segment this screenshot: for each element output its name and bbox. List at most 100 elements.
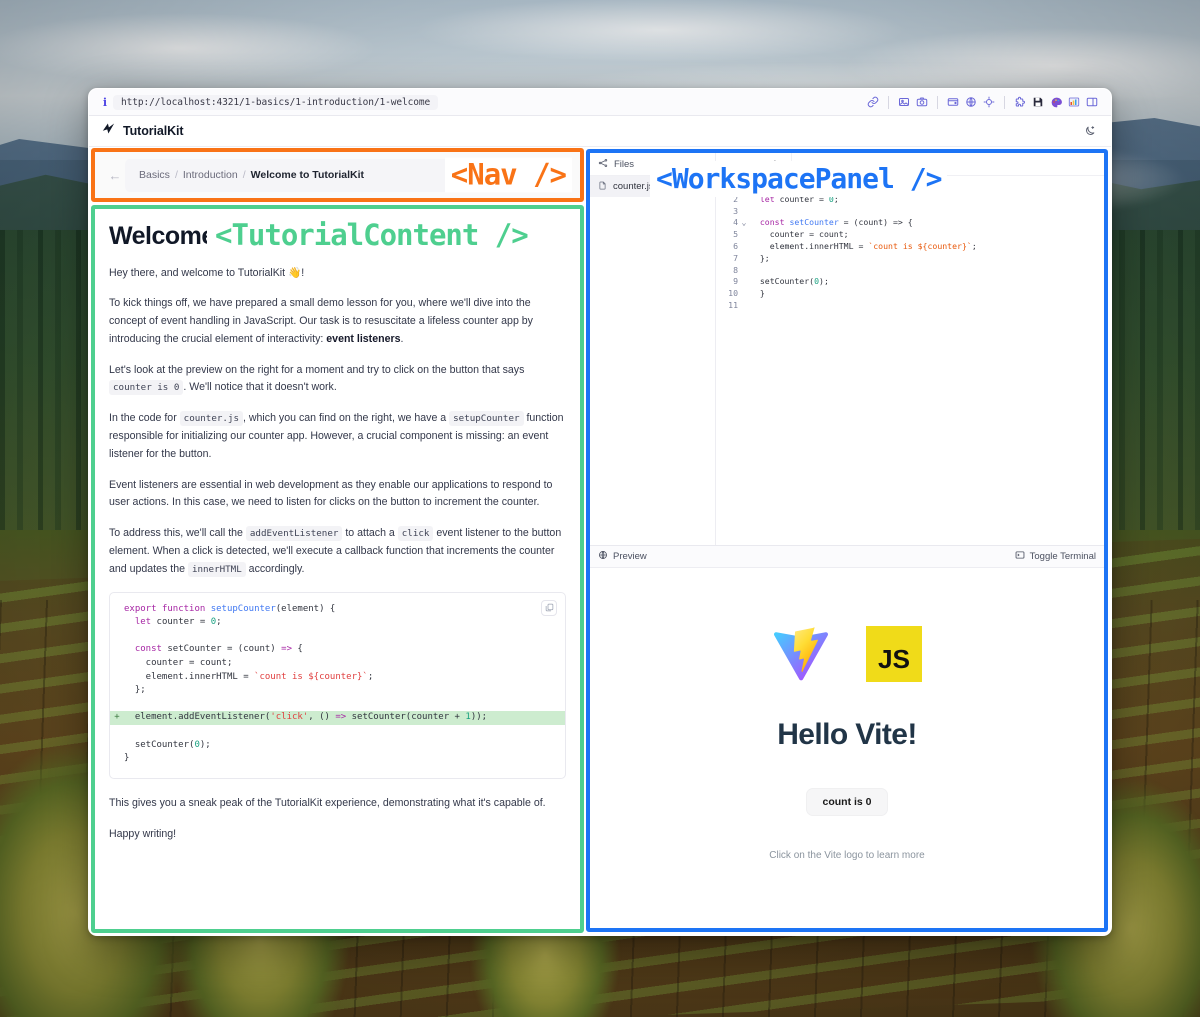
code-text: element.addEventListener('click', () => … [124,711,487,725]
link-icon[interactable] [864,93,882,111]
preview-frame: JS Hello Vite! count is 0 Click on the V… [590,568,1104,928]
tutorialkit-logo-icon [101,121,116,141]
toggle-terminal-button[interactable]: Toggle Terminal [1015,550,1096,563]
editor-line-number: 11 [728,299,738,310]
code-line: }; [110,684,565,698]
code-token: (element) { [275,603,336,614]
tutorial-paragraph: To address this, we'll call the addEvent… [109,525,564,578]
editor-line-code: } [750,287,765,299]
info-icon[interactable]: i [97,96,113,109]
paragraph-text: , which you can find on the right, we ha… [243,412,450,425]
panel-icon[interactable] [1083,93,1101,111]
url-text[interactable]: http://localhost:4321/1-basics/1-introdu… [113,94,439,110]
tutorial-content-region: Welcome to TutorialKit Hey there, and we… [91,205,584,933]
editor-line-number: 10 [728,288,738,299]
code-token: let [134,617,152,628]
code-token: setCounter( [124,739,195,750]
inline-code: setupCounter [449,411,524,427]
count-button[interactable]: count is 0 [806,788,888,816]
code-token: ; [216,617,222,628]
vite-logo-icon[interactable] [772,625,830,688]
chart-icon[interactable] [1065,93,1083,111]
files-header-label: Files [614,158,635,170]
code-token: function [161,603,211,614]
breadcrumb-item-1[interactable]: Introduction [183,169,238,181]
code-token: }; [124,685,146,696]
code-token: ; [367,671,374,682]
tutorial-paragraph: Hey there, and welcome to TutorialKit 👋! [109,265,564,283]
copy-icon[interactable] [541,599,557,616]
code-token: setCounter [789,217,839,228]
toolbar-divider-1 [888,95,889,109]
file-icon [598,181,607,193]
inline-code: counter is 0 [109,380,184,396]
app-body: ← Basics / Introduction / Welcome to Tut… [89,147,1111,935]
preview-label-group[interactable]: Preview [598,550,647,563]
code-lines: export function setupCounter(element) { … [110,603,565,766]
app-brand[interactable]: TutorialKit [101,121,184,141]
code-token: } [124,753,130,764]
paragraph-text: . We'll notice that it doesn't work. [183,381,337,394]
code-token: element.innerHTML = [750,240,869,251]
nav-overlay-label: <Nav /> [444,157,572,193]
editor-line-code: }; [750,252,770,264]
files-tree-icon [598,158,608,171]
code-token: const [134,644,162,655]
browser-window: i http://localhost:4321/1-basics/1-intro… [88,88,1112,936]
svg-text:JS: JS [878,644,910,674]
moon-icon[interactable] [1079,121,1099,141]
window-icon[interactable] [944,93,962,111]
breadcrumb-separator-1: / [242,169,246,181]
image-icon[interactable] [895,93,913,111]
paragraph-text: In the code for [109,412,180,425]
code-token: }; [750,252,770,263]
inline-code: click [397,526,434,542]
code-token: } [750,288,765,299]
code-token: counter = count; [750,229,849,240]
preview-bar: Preview Toggle Terminal [590,546,1104,568]
right-column: Files counter.js 2 let counter = 0; 3 4 … [586,147,1111,935]
camera-icon[interactable] [913,93,931,111]
code-token: `count is ${counter}` [868,240,972,251]
globe-icon [598,550,608,563]
editor-line: 3 [716,205,1104,217]
toggle-terminal-label: Toggle Terminal [1029,551,1096,562]
preview-label: Preview [613,551,647,562]
preview-logos: JS [772,625,922,688]
code-line: } [110,752,565,766]
target-icon[interactable] [980,93,998,111]
code-token: { [292,644,303,655]
editor-line: 8 [716,264,1104,276]
tutorialcontent-overlay-label: <TutorialContent /> [207,217,536,254]
tutorial-paragraphs: Hey there, and welcome to TutorialKit 👋!… [109,265,566,579]
globe-icon[interactable] [962,93,980,111]
code-token: `count is ${counter}` [254,671,368,682]
toolbar-divider-3 [1004,95,1005,109]
puzzle-icon[interactable] [1011,93,1029,111]
inline-code: counter.js [179,411,243,427]
code-token: 'click' [270,712,309,723]
save-icon[interactable] [1029,93,1047,111]
javascript-logo-icon[interactable]: JS [866,626,922,687]
bold-text: event listeners [326,332,401,345]
code-line: export function setupCounter(element) { [110,603,565,617]
editor-line-code: const setCounter = (count) => { [750,216,913,228]
breadcrumb-item-0[interactable]: Basics [139,169,170,181]
terminal-icon [1015,550,1025,563]
code-token: ); [819,276,829,287]
code-line: let counter = 0; [110,616,565,630]
code-token: setCounter = (count) [161,644,282,655]
editor-line: 10 } [716,287,1104,299]
editor-fold-icon [738,287,750,299]
arrow-left-icon[interactable]: ← [105,168,125,183]
files-pane: Files counter.js [590,153,716,545]
editor-line-number: 5 [733,229,738,240]
code-token: element.addEventListener( [124,712,271,723]
breadcrumb-item-current: Welcome to TutorialKit [250,169,365,181]
toolbar-divider-2 [937,95,938,109]
code-token: setupCounter [210,603,276,614]
editor-fold-icon[interactable]: ⌄ [738,216,750,228]
palette-icon[interactable] [1047,93,1065,111]
editor-body[interactable]: 1⌄expo2 let counter = 0;34⌄ const setCou… [716,176,1104,545]
